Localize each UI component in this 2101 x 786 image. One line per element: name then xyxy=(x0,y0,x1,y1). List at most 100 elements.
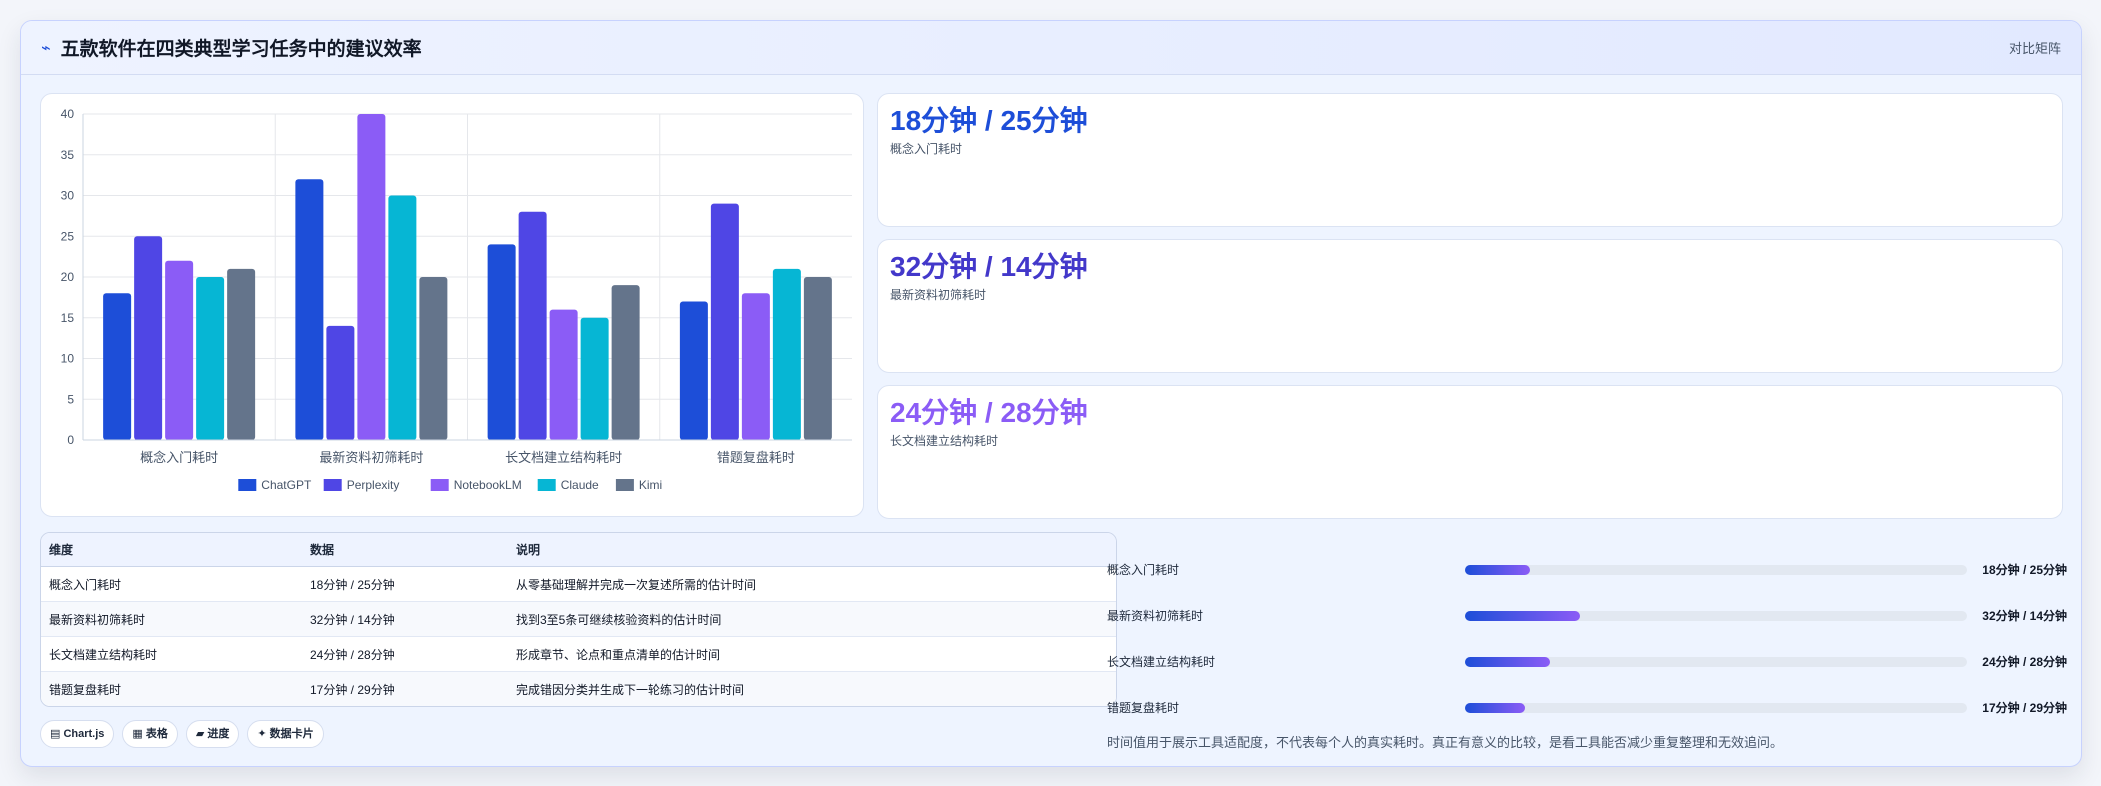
bar xyxy=(580,317,609,440)
pill-table[interactable]: ▦ 表格 xyxy=(122,720,178,748)
stat-card: 32分钟 / 14分钟 最新资料初筛耗时 xyxy=(877,239,2063,373)
pill-chartjs[interactable]: ▤ Chart.js xyxy=(40,720,115,748)
progress-track xyxy=(1465,611,1967,621)
table-header: 数据 xyxy=(302,533,508,567)
x-tick-label: 长文档建立结构耗时 xyxy=(505,450,622,465)
table-cell: 完成错因分类并生成下一轮练习的估计时间 xyxy=(508,671,1116,706)
panel-header: ⌁ 五款软件在四类典型学习任务中的建议效率 对比矩阵 xyxy=(21,21,2081,75)
bar xyxy=(103,293,132,440)
x-tick-label: 概念入门耗时 xyxy=(140,450,218,465)
progress-row: 最新资料初筛耗时 32分钟 / 14分钟 xyxy=(1107,605,2081,625)
legend-label: Perplexity xyxy=(347,478,400,492)
view-tag[interactable]: 对比矩阵 xyxy=(2009,38,2061,57)
table-cell: 概念入门耗时 xyxy=(41,566,302,602)
table-cell: 找到3至5条可继续核验资料的估计时间 xyxy=(508,601,1116,637)
stat-label: 最新资料初筛耗时 xyxy=(890,288,987,302)
progress-fill xyxy=(1465,657,1551,667)
legend-label: Kimi xyxy=(639,478,662,492)
y-tick-label: 40 xyxy=(61,107,75,121)
table-row: 长文档建立结构耗时 24分钟 / 28分钟 形成章节、论点和重点清单的估计时间 xyxy=(41,636,1116,672)
bar xyxy=(679,301,708,440)
table-cell: 32分钟 / 14分钟 xyxy=(302,601,508,637)
progress-value: 24分钟 / 28分钟 xyxy=(1982,655,2067,669)
progress-row: 错题复盘耗时 17分钟 / 29分钟 xyxy=(1107,697,2081,717)
stat-label: 概念入门耗时 xyxy=(890,142,963,156)
progress-value: 18分钟 / 25分钟 xyxy=(1982,563,2067,577)
feature-pills: ▤ Chart.js ▦ 表格 ▰ 进度 ✦ 数据卡片 xyxy=(40,720,324,748)
pill-data-card[interactable]: ✦ 数据卡片 xyxy=(247,720,324,748)
stat-value: 32分钟 / 14分钟 xyxy=(890,251,1088,282)
progress-value: 17分钟 / 29分钟 xyxy=(1982,701,2067,715)
stat-card: 24分钟 / 28分钟 长文档建立结构耗时 xyxy=(877,385,2063,519)
table-cell: 长文档建立结构耗时 xyxy=(41,636,302,672)
x-tick-label: 最新资料初筛耗时 xyxy=(319,450,423,465)
progress-track xyxy=(1465,703,1967,713)
table-header: 维度 xyxy=(41,533,302,567)
table-header: 说明 xyxy=(508,533,1116,567)
legend-swatch xyxy=(430,479,449,491)
table-row: 概念入门耗时 18分钟 / 25分钟 从零基础理解并完成一次复述所需的估计时间 xyxy=(41,566,1116,602)
legend-label: ChatGPT xyxy=(261,478,312,492)
x-tick-label: 错题复盘耗时 xyxy=(717,450,795,465)
bar xyxy=(295,179,324,440)
bar-chart-card: 0 5 10 15 20 25 30 35 40 概念入门耗时 最新资料初筛耗时 长文档建立结构耗时 错… xyxy=(40,93,864,517)
legend-swatch xyxy=(238,479,257,491)
table-header-row: 维度 数据 说明 xyxy=(41,533,1116,567)
y-tick-label: 10 xyxy=(61,352,75,366)
legend-label: NotebookLM xyxy=(454,478,522,492)
bar xyxy=(741,293,770,440)
table-cell: 从零基础理解并完成一次复述所需的估计时间 xyxy=(508,566,1116,602)
dashboard-panel: ⌁ 五款软件在四类典型学习任务中的建议效率 对比矩阵 0 5 10 15 20 25 30 3… xyxy=(20,20,2082,767)
progress-track xyxy=(1465,657,1967,667)
progress-value: 32分钟 / 14分钟 xyxy=(1982,609,2067,623)
bar xyxy=(388,195,417,440)
pill-progress[interactable]: ▰ 进度 xyxy=(185,720,240,748)
table-cell: 17分钟 / 29分钟 xyxy=(302,671,508,706)
stat-card: 18分钟 / 25分钟 概念入门耗时 xyxy=(877,93,2063,227)
bar xyxy=(487,244,516,440)
stat-label: 长文档建立结构耗时 xyxy=(890,434,999,448)
table-cell: 24分钟 / 28分钟 xyxy=(302,636,508,672)
legend-label: Claude xyxy=(561,478,599,492)
bar xyxy=(326,325,355,440)
sparkline-icon: ⌁ xyxy=(41,39,51,57)
bar xyxy=(518,211,547,440)
table-row: 错题复盘耗时 17分钟 / 29分钟 完成错因分类并生成下一轮练习的估计时间 xyxy=(41,671,1116,706)
bar xyxy=(357,114,386,440)
bar xyxy=(803,277,832,440)
progress-row: 概念入门耗时 18分钟 / 25分钟 xyxy=(1107,559,2081,579)
bar xyxy=(419,277,448,440)
bar-chart: 0 5 10 15 20 25 30 35 40 概念入门耗时 最新资料初筛耗时 长文档建立结构耗时 错… xyxy=(61,107,852,492)
bar xyxy=(196,277,225,440)
y-tick-label: 35 xyxy=(61,148,75,162)
legend-swatch xyxy=(323,479,342,491)
progress-label: 长文档建立结构耗时 xyxy=(1107,655,1216,669)
stat-value: 24分钟 / 28分钟 xyxy=(890,397,1088,428)
bar xyxy=(227,268,256,440)
progress-label: 最新资料初筛耗时 xyxy=(1107,609,1204,623)
legend-swatch xyxy=(615,479,634,491)
bar xyxy=(772,268,801,440)
bar xyxy=(165,260,194,440)
progress-track xyxy=(1465,565,1967,575)
table-cell: 形成章节、论点和重点清单的估计时间 xyxy=(508,636,1116,672)
table-cell: 错题复盘耗时 xyxy=(41,671,302,706)
bar xyxy=(549,309,578,440)
progress-fill xyxy=(1465,565,1531,575)
bar xyxy=(710,203,739,440)
table-cell: 18分钟 / 25分钟 xyxy=(302,566,508,602)
table-cell: 最新资料初筛耗时 xyxy=(41,601,302,637)
progress-row: 长文档建立结构耗时 24分钟 / 28分钟 xyxy=(1107,651,2081,671)
y-tick-label: 5 xyxy=(67,392,74,406)
y-tick-label: 30 xyxy=(61,189,75,203)
y-tick-label: 20 xyxy=(61,270,75,284)
progress-fill xyxy=(1465,703,1526,713)
bar xyxy=(134,236,163,440)
stat-value: 18分钟 / 25分钟 xyxy=(890,105,1088,136)
table-row: 最新资料初筛耗时 32分钟 / 14分钟 找到3至5条可继续核验资料的估计时间 xyxy=(41,601,1116,637)
legend-swatch xyxy=(537,479,556,491)
data-table: 维度 数据 说明 概念入门耗时 18分钟 / 25分钟 从零基础理解并完成一次复… xyxy=(40,532,1117,707)
y-tick-label: 25 xyxy=(61,229,75,243)
progress-label: 错题复盘耗时 xyxy=(1107,701,1180,715)
y-tick-label: 0 xyxy=(67,433,74,447)
